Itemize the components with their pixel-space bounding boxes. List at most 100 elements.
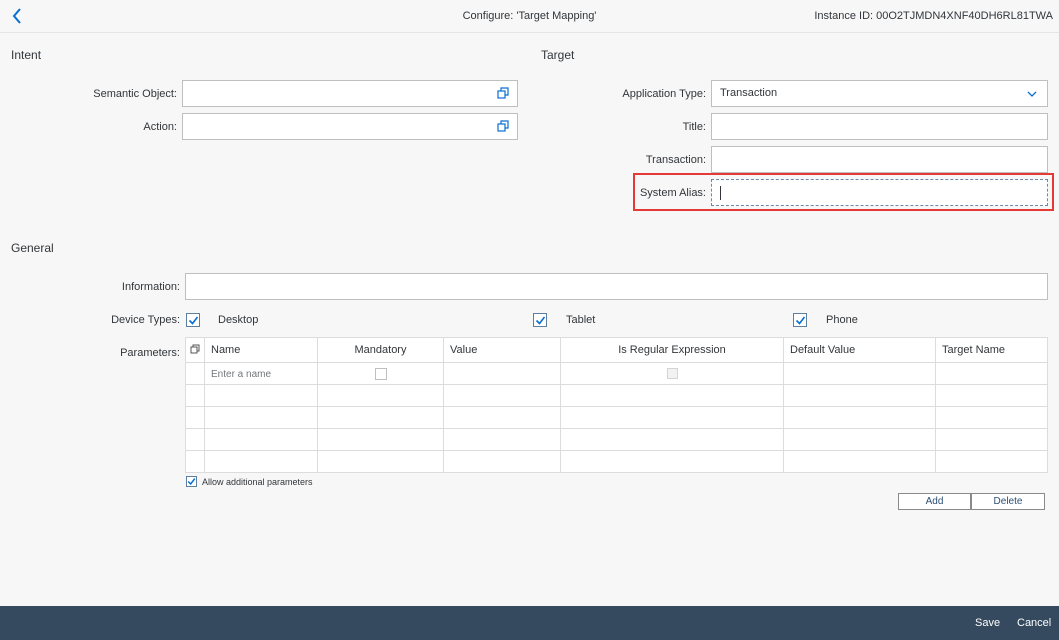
transaction-value: [712, 153, 720, 165]
desktop-label: Desktop: [218, 314, 259, 326]
name-placeholder: Enter a name: [211, 368, 272, 380]
table-row: [185, 406, 1048, 429]
target-name-cell[interactable]: [935, 362, 1048, 385]
semantic-object-label: Semantic Object:: [93, 88, 177, 100]
phone-label: Phone: [826, 314, 858, 326]
column-header-default-value[interactable]: Default Value: [783, 337, 936, 363]
parameters-label: Parameters:: [120, 347, 180, 359]
cancel-button[interactable]: Cancel: [1017, 606, 1051, 640]
allow-additional-checkbox[interactable]: [186, 476, 197, 487]
save-button[interactable]: Save: [975, 606, 1000, 640]
tablet-label: Tablet: [566, 314, 596, 326]
regex-cell: [560, 362, 784, 385]
text-cursor: [720, 186, 721, 200]
table-cell: [560, 428, 784, 451]
mandatory-checkbox[interactable]: [374, 367, 387, 380]
name-cell-input[interactable]: Enter a name: [204, 362, 318, 385]
row-selector: [185, 428, 205, 451]
default-value-cell[interactable]: [783, 362, 936, 385]
application-type-select[interactable]: Transaction: [711, 80, 1048, 107]
information-label: Information:: [121, 281, 180, 293]
value-help-icon[interactable]: [497, 120, 509, 132]
phone-checkbox[interactable]: [793, 313, 807, 327]
checkmark-icon: [535, 316, 545, 325]
add-button[interactable]: Add: [898, 493, 971, 510]
delete-button[interactable]: Delete: [971, 493, 1045, 510]
table-cell: [317, 406, 444, 429]
title-value: [712, 120, 720, 132]
information-value: [186, 280, 194, 292]
system-alias-label: System Alias:: [639, 187, 706, 199]
mandatory-cell: [317, 362, 444, 385]
table-row: [185, 428, 1048, 451]
value-cell[interactable]: [443, 362, 561, 385]
desktop-checkbox[interactable]: [186, 313, 200, 327]
back-button[interactable]: [6, 5, 28, 27]
chevron-left-icon: [12, 8, 21, 24]
table-cell: [560, 406, 784, 429]
table-row: Enter a name: [185, 362, 1048, 385]
copy-icon: [190, 344, 200, 353]
table-cell: [317, 450, 444, 473]
checkmark-icon: [795, 316, 805, 325]
allow-additional-label: Allow additional parameters: [202, 477, 313, 487]
system-alias-input[interactable]: [711, 179, 1048, 206]
table-cell: [443, 406, 561, 429]
application-type-value: Transaction: [720, 87, 778, 99]
table-cell: [935, 450, 1048, 473]
action-value: [183, 120, 191, 132]
table-cell: [443, 384, 561, 407]
column-header-target-name[interactable]: Target Name: [935, 337, 1048, 363]
table-cell: [443, 450, 561, 473]
table-cell: [935, 428, 1048, 451]
table-header-row: Name Mandatory Value Is Regular Expressi…: [185, 337, 1048, 363]
table-cell: [783, 384, 936, 407]
table-cell: [317, 428, 444, 451]
table-row: [185, 450, 1048, 473]
information-input[interactable]: [185, 273, 1048, 300]
tablet-checkbox[interactable]: [533, 313, 547, 327]
parameters-table: Name Mandatory Value Is Regular Expressi…: [185, 337, 1048, 473]
application-type-label: Application Type:: [622, 88, 706, 100]
table-cell: [560, 450, 784, 473]
intent-section-title: Intent: [11, 48, 42, 62]
general-section-title: General: [11, 241, 54, 255]
system-alias-value: [712, 186, 720, 198]
action-input[interactable]: [182, 113, 518, 140]
chevron-down-icon[interactable]: [1027, 90, 1037, 98]
action-label: Action:: [143, 121, 177, 133]
row-selector: [185, 384, 205, 407]
table-cell: [935, 406, 1048, 429]
value-help-icon[interactable]: [497, 87, 509, 99]
title-input[interactable]: [711, 113, 1048, 140]
instance-id: Instance ID: 00O2TJMDN4XNF40DH6RL81TWA: [814, 10, 1053, 22]
regex-checkbox: [666, 368, 678, 380]
checkmark-icon: [187, 478, 196, 486]
table-cell: [935, 384, 1048, 407]
title-label: Title:: [682, 121, 706, 133]
column-header-name[interactable]: Name: [204, 337, 318, 363]
checkmark-icon: [188, 316, 198, 325]
table-cell: [783, 428, 936, 451]
device-types-label: Device Types:: [111, 314, 180, 326]
column-header-mandatory[interactable]: Mandatory: [317, 337, 444, 363]
row-selector: [185, 450, 205, 473]
table-cell: [443, 428, 561, 451]
semantic-object-input[interactable]: [182, 80, 518, 107]
table-cell: [204, 406, 318, 429]
table-cell: [204, 428, 318, 451]
table-cell: [204, 450, 318, 473]
row-selector[interactable]: [185, 362, 205, 385]
semantic-object-value: [183, 87, 191, 99]
table-cell: [783, 406, 936, 429]
column-header-value[interactable]: Value: [443, 337, 561, 363]
transaction-label: Transaction:: [645, 154, 706, 166]
select-all-header[interactable]: [185, 337, 205, 363]
table-cell: [204, 384, 318, 407]
column-header-is-regex[interactable]: Is Regular Expression: [560, 337, 784, 363]
table-row: [185, 384, 1048, 407]
footer-bar: [0, 606, 1059, 640]
table-cell: [783, 450, 936, 473]
transaction-input[interactable]: [711, 146, 1048, 173]
table-cell: [560, 384, 784, 407]
